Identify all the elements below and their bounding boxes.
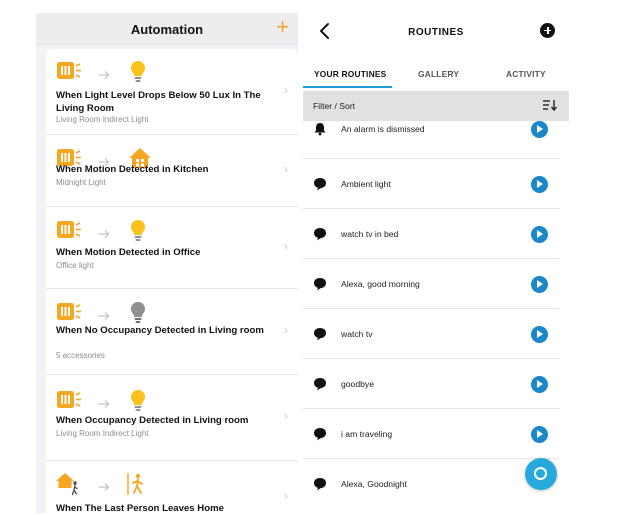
bulb-on-icon: [130, 389, 146, 418]
routine-item[interactable]: watch tv in bed: [303, 209, 559, 259]
speech-bubble-icon: [313, 427, 327, 446]
arrow-right-icon: [98, 308, 110, 326]
routine-item[interactable]: Ambient light: [303, 159, 559, 209]
speech-bubble-icon: [313, 377, 327, 396]
page-title: ROUTINES: [408, 27, 464, 38]
page-title: Automation: [130, 22, 204, 37]
tab-gallery[interactable]: GALLERY: [418, 69, 459, 79]
play-routine-button[interactable]: [531, 376, 548, 393]
add-automation-button[interactable]: +: [276, 16, 289, 38]
arrow-right-icon: [98, 226, 110, 244]
arrow-right-icon: [98, 479, 110, 497]
routine-label: goodbye: [341, 379, 374, 389]
routine-label: Alexa, Goodnight: [341, 479, 407, 489]
chevron-right-icon: ›: [284, 239, 288, 253]
automation-panel: Automation + When Light Level Drops Belo…: [36, 13, 298, 515]
automation-item[interactable]: When No Occupancy Detected in Living roo…: [46, 289, 298, 375]
play-routine-button[interactable]: [531, 426, 548, 443]
automation-list: When Light Level Drops Below 50 Lux In T…: [46, 49, 298, 515]
arrow-right-icon: [98, 67, 110, 85]
chevron-right-icon: ›: [284, 409, 288, 423]
automation-subtitle: Living Room Indirect Light: [56, 115, 149, 124]
routine-label: watch tv in bed: [341, 229, 399, 239]
person-leaves-home-icon: [56, 472, 82, 501]
routine-item[interactable]: Alexa, good morning: [303, 259, 559, 309]
automation-title: When Motion Detected in Office: [56, 247, 201, 258]
play-routine-button[interactable]: [531, 276, 548, 293]
chevron-right-icon: ›: [284, 162, 288, 176]
automation-item[interactable]: When Occupancy Detected in Living room Li…: [46, 375, 298, 461]
bulb-on-icon: [130, 219, 146, 248]
sensor-icon: [56, 301, 82, 328]
routine-item[interactable]: i am traveling: [303, 409, 559, 459]
automation-item[interactable]: When Motion Detected in Office Office lig…: [46, 207, 298, 289]
bell-icon: [313, 122, 327, 141]
speech-bubble-icon: [313, 227, 327, 246]
automation-item[interactable]: When Light Level Drops Below 50 Lux In T…: [46, 49, 298, 135]
routine-label: i am traveling: [341, 429, 393, 439]
sensor-icon: [56, 219, 82, 246]
person-walking-icon: [126, 472, 148, 501]
play-routine-button[interactable]: [531, 326, 548, 343]
routine-label: Alexa, good morning: [341, 279, 420, 289]
chevron-right-icon: ›: [284, 323, 288, 337]
chevron-right-icon: ›: [284, 489, 288, 503]
automation-title: When Light Level Drops Below 50 Lux In T…: [56, 90, 261, 114]
routine-item[interactable]: An alarm is dismissed: [303, 109, 559, 159]
bulb-on-icon: [130, 60, 146, 89]
routine-item[interactable]: watch tv: [303, 309, 559, 359]
play-routine-button[interactable]: [531, 176, 548, 193]
tab-activity[interactable]: ACTIVITY: [506, 69, 546, 79]
automation-title: When The Last Person Leaves Home: [56, 503, 224, 514]
add-routine-button[interactable]: [540, 23, 555, 38]
automation-title: When Motion Detected in Kitchen: [56, 164, 209, 175]
sensor-icon: [56, 389, 82, 416]
automation-item[interactable]: When Motion Detected in Kitchen Midnight …: [46, 135, 298, 207]
speech-bubble-icon: [313, 327, 327, 346]
routines-panel: ROUTINES YOUR ROUTINES GALLERY ACTIVITY …: [303, 13, 569, 513]
routine-item[interactable]: Alexa, Goodnight: [303, 459, 559, 509]
routine-label: watch tv: [341, 329, 373, 339]
automation-item[interactable]: When The Last Person Leaves HomeLeave Ho…: [46, 461, 298, 515]
routine-item[interactable]: goodbye: [303, 359, 559, 409]
speech-bubble-icon: [313, 477, 327, 496]
automation-subtitle: Midnight Light: [56, 178, 106, 187]
alexa-voice-button[interactable]: [525, 458, 557, 490]
speech-bubble-icon: [313, 277, 327, 296]
play-routine-button[interactable]: [531, 226, 548, 243]
tab-your-routines[interactable]: YOUR ROUTINES: [314, 69, 386, 79]
arrow-right-icon: [98, 396, 110, 414]
automation-header: Automation +: [36, 13, 298, 45]
routine-label: Ambient light: [341, 179, 391, 189]
automation-title: When No Occupancy Detected in Living roo…: [56, 325, 264, 336]
active-tab-indicator: [303, 86, 392, 88]
automation-subtitle: 5 accessories: [56, 351, 105, 360]
chevron-right-icon: ›: [284, 83, 288, 97]
speech-bubble-icon: [313, 177, 327, 196]
automation-subtitle: Living Room Indirect Light: [56, 429, 149, 438]
automation-subtitle: Office light: [56, 261, 94, 270]
sensor-icon: [56, 60, 82, 87]
automation-title: When Occupancy Detected in Living room: [56, 415, 249, 426]
play-routine-button[interactable]: [531, 121, 548, 138]
routine-label: An alarm is dismissed: [341, 124, 425, 134]
